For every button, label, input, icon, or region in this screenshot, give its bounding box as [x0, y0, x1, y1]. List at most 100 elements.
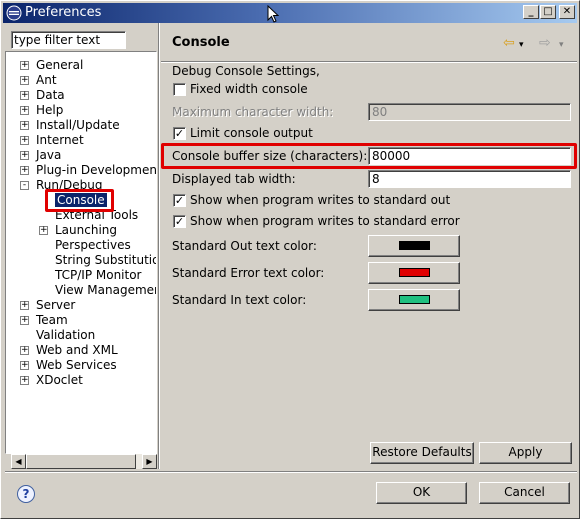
close-button[interactable]: ✕ [559, 5, 575, 19]
tree-item-web-services[interactable]: Web Services [36, 358, 117, 373]
ok-button[interactable]: OK [376, 482, 467, 504]
fixed-width-checkbox[interactable] [173, 83, 186, 96]
maximize-button[interactable]: □ [540, 5, 556, 19]
tree-item-label: Launching [55, 223, 118, 237]
std-out-color-button[interactable] [368, 235, 460, 257]
std-in-color-label: Standard In text color: [172, 293, 307, 307]
buffer-size-highlight [161, 143, 577, 169]
tree-item-label: Ant [36, 73, 57, 87]
page-title: Console [172, 35, 230, 50]
apply-button[interactable]: Apply [479, 442, 572, 464]
preferences-window: Preferences _ □ ✕ General + Ant + Data + Help +… [0, 0, 580, 519]
max-char-width-input[interactable]: 80 [368, 103, 571, 121]
tree-item-validation[interactable]: Validation [36, 328, 95, 343]
mouse-cursor-icon [267, 5, 279, 23]
show-out-checkbox[interactable]: ✓ [173, 194, 186, 207]
title-bar[interactable]: Preferences _ □ ✕ [3, 3, 577, 23]
tree-item-internet[interactable]: Internet [36, 133, 84, 148]
std-err-color-swatch [399, 268, 430, 277]
back-dropdown-icon[interactable]: ▾ [519, 40, 524, 50]
tree-item-label: Server [36, 298, 76, 312]
expand-icon[interactable]: + [20, 121, 29, 130]
tab-width-input[interactable]: 8 [368, 170, 571, 188]
back-arrow-icon[interactable]: ⇦ [503, 35, 515, 51]
panel-divider[interactable] [158, 23, 160, 469]
forward-dropdown-icon[interactable]: ▾ [559, 40, 564, 50]
tree-item-label: Data [36, 88, 65, 102]
tree-item-tcp-ip-monitor[interactable]: TCP/IP Monitor [55, 268, 142, 283]
tree-item-label: TCP/IP Monitor [55, 268, 142, 282]
tree-item-general[interactable]: General [36, 58, 83, 73]
window-title: Preferences [25, 5, 102, 20]
tree-item-label: Install/Update [36, 118, 120, 132]
tree-item-install-update[interactable]: Install/Update [36, 118, 120, 133]
tree-item-label: View Managemen [55, 283, 157, 297]
footer-separator [5, 471, 577, 473]
limit-output-checkbox[interactable]: ✓ [173, 127, 186, 140]
eclipse-icon [6, 5, 22, 21]
std-out-color-swatch [399, 241, 430, 250]
scroll-left-icon[interactable]: ◀ [11, 454, 26, 469]
cancel-button[interactable]: Cancel [479, 482, 570, 504]
tree-item-web-and-xml[interactable]: Web and XML [36, 343, 118, 358]
std-err-color-label: Standard Error text color: [172, 266, 325, 280]
collapse-icon[interactable]: - [20, 181, 29, 190]
tree-item-plug-in-development[interactable]: Plug-in Development [36, 163, 156, 178]
tree-item-label: Java [36, 148, 62, 162]
tree-item-data[interactable]: Data [36, 88, 65, 103]
console-item-highlight [45, 189, 114, 212]
std-out-color-label: Standard Out text color: [172, 239, 317, 253]
tree-item-xdoclet[interactable]: XDoclet [36, 373, 83, 388]
minimize-button[interactable]: _ [523, 5, 539, 19]
expand-icon[interactable]: + [20, 346, 29, 355]
expand-icon[interactable]: + [39, 226, 48, 235]
expand-icon[interactable]: + [20, 301, 29, 310]
show-err-label: Show when program writes to standard err… [190, 214, 460, 228]
expand-icon[interactable]: + [20, 361, 29, 370]
tree-item-ant[interactable]: Ant [36, 73, 57, 88]
expand-icon[interactable]: + [20, 316, 29, 325]
tree-item-label: Help [36, 103, 64, 117]
fixed-width-label: Fixed width console [190, 82, 308, 96]
scroll-thumb[interactable] [26, 454, 136, 469]
scroll-right-icon[interactable]: ▶ [142, 454, 157, 469]
tree-item-label: Internet [36, 133, 84, 147]
tree-item-help[interactable]: Help [36, 103, 63, 118]
tree-item-label: General [36, 58, 84, 72]
page-header: Console ⇦ ▾ ⇨ ▾ [161, 27, 579, 61]
show-err-checkbox[interactable]: ✓ [173, 215, 186, 228]
expand-icon[interactable]: + [20, 76, 29, 85]
tree-item-label: Validation [36, 328, 96, 342]
expand-icon[interactable]: + [20, 166, 29, 175]
tree-item-view-managemen[interactable]: View Managemen [55, 283, 157, 298]
show-out-label: Show when program writes to standard out [190, 193, 451, 207]
expand-icon[interactable]: + [20, 151, 29, 160]
help-icon[interactable]: ? [17, 485, 35, 503]
forward-arrow-icon[interactable]: ⇨ [539, 35, 551, 51]
max-char-width-label: Maximum character width: [172, 105, 334, 119]
std-in-color-button[interactable] [368, 289, 460, 311]
tree-item-string-substitution[interactable]: String Substitution [55, 253, 156, 268]
tree-item-label: XDoclet [36, 373, 83, 387]
expand-icon[interactable]: + [20, 106, 29, 115]
filter-input[interactable] [11, 31, 126, 49]
tree-item-server[interactable]: Server [36, 298, 75, 313]
tree-item-team[interactable]: Team [36, 313, 68, 328]
limit-output-label: Limit console output [190, 126, 313, 140]
expand-icon[interactable]: + [20, 61, 29, 70]
std-in-color-swatch [399, 295, 430, 304]
tree-item-label: Web and XML [36, 343, 118, 357]
std-err-color-button[interactable] [368, 262, 460, 284]
preferences-tree[interactable]: General + Ant + Data + Help + Install/Update + Int… [5, 51, 157, 454]
expand-icon[interactable]: + [20, 91, 29, 100]
tree-item-perspectives[interactable]: Perspectives [55, 238, 131, 253]
header-separator [161, 61, 577, 63]
tree-horizontal-scrollbar[interactable]: ◀ ▶ [11, 454, 157, 469]
tree-item-launching[interactable]: Launching [55, 223, 117, 238]
expand-icon[interactable]: + [20, 376, 29, 385]
tree-item-java[interactable]: Java [36, 148, 61, 163]
restore-defaults-button[interactable]: Restore Defaults [370, 442, 474, 464]
expand-icon[interactable]: + [20, 136, 29, 145]
tree-item-label: Web Services [36, 358, 117, 372]
tab-width-label: Displayed tab width: [172, 172, 296, 186]
